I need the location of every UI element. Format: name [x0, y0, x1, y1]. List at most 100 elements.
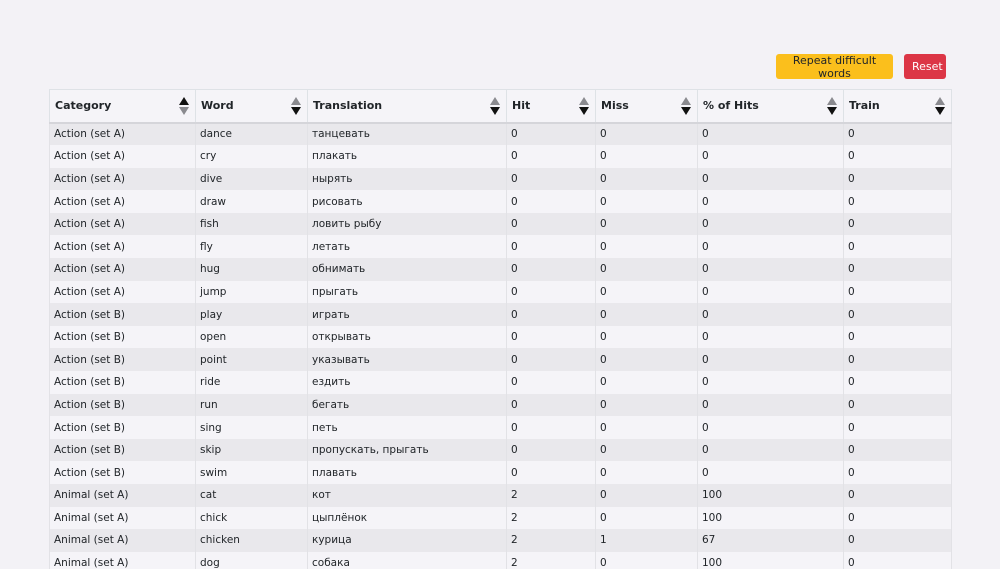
- table-row: Action (set A) fly летать 0 0 0 0: [49, 235, 952, 259]
- cell-percent-hits: 0: [697, 461, 844, 484]
- cell-category: Animal (set A): [49, 529, 196, 552]
- sort-icon[interactable]: [291, 97, 301, 115]
- cell-train: 0: [843, 122, 952, 146]
- cell-word: cat: [195, 484, 308, 507]
- table-row: Animal (set A) dog собака 2 0 100 0: [49, 551, 952, 569]
- table-row: Action (set A) fish ловить рыбу 0 0 0 0: [49, 212, 952, 236]
- cell-category: Animal (set A): [49, 506, 196, 530]
- cell-category: Action (set B): [49, 348, 196, 372]
- cell-translation: ездить: [307, 371, 507, 394]
- cell-train: 0: [843, 529, 952, 552]
- column-header-label: Category: [55, 99, 112, 113]
- header-row: Category Word Translation Hit Miss % of …: [49, 89, 952, 124]
- sort-icon[interactable]: [179, 97, 189, 115]
- sort-icon[interactable]: [490, 97, 500, 115]
- cell-hit: 2: [506, 551, 596, 569]
- cell-miss: 0: [595, 416, 698, 439]
- cell-category: Animal (set A): [49, 484, 196, 507]
- cell-percent-hits: 100: [697, 484, 844, 507]
- column-header-translation[interactable]: Translation: [307, 89, 507, 124]
- cell-word: run: [195, 393, 308, 417]
- table-row: Animal (set A) chick цыплёнок 2 0 100 0: [49, 506, 952, 530]
- table-row: Action (set B) swim плавать 0 0 0 0: [49, 461, 952, 484]
- table-row: Action (set B) run бегать 0 0 0 0: [49, 393, 952, 417]
- column-header-label: Translation: [313, 99, 383, 113]
- cell-train: 0: [843, 461, 952, 484]
- sort-icon[interactable]: [827, 97, 837, 115]
- cell-hit: 0: [506, 461, 596, 484]
- sort-icon[interactable]: [681, 97, 691, 115]
- column-header-label: Miss: [601, 99, 629, 113]
- cell-translation: бегать: [307, 393, 507, 417]
- cell-hit: 0: [506, 190, 596, 213]
- column-header-train[interactable]: Train: [843, 89, 952, 124]
- table-row: Action (set B) open открывать 0 0 0 0: [49, 325, 952, 349]
- cell-train: 0: [843, 348, 952, 372]
- cell-word: fly: [195, 235, 308, 259]
- cell-hit: 0: [506, 145, 596, 168]
- cell-category: Action (set A): [49, 122, 196, 146]
- cell-percent-hits: 0: [697, 258, 844, 281]
- cell-train: 0: [843, 280, 952, 304]
- toolbar: Repeat difficult words Reset: [776, 54, 946, 80]
- cell-hit: 0: [506, 212, 596, 236]
- cell-hit: 0: [506, 371, 596, 394]
- cell-train: 0: [843, 551, 952, 569]
- cell-miss: 0: [595, 325, 698, 349]
- cell-miss: 0: [595, 393, 698, 417]
- cell-category: Action (set B): [49, 393, 196, 417]
- column-header-label: Train: [849, 99, 880, 113]
- cell-translation: ловить рыбу: [307, 212, 507, 236]
- cell-miss: 0: [595, 145, 698, 168]
- cell-word: ride: [195, 371, 308, 394]
- cell-category: Action (set A): [49, 190, 196, 213]
- column-header-word[interactable]: Word: [195, 89, 308, 124]
- cell-word: dog: [195, 551, 308, 569]
- column-header-category[interactable]: Category: [49, 89, 196, 124]
- cell-percent-hits: 0: [697, 167, 844, 191]
- table-row: Action (set B) ride ездить 0 0 0 0: [49, 371, 952, 394]
- cell-category: Animal (set A): [49, 551, 196, 569]
- cell-word: chicken: [195, 529, 308, 552]
- cell-miss: 0: [595, 438, 698, 462]
- cell-percent-hits: 0: [697, 212, 844, 236]
- cell-miss: 0: [595, 484, 698, 507]
- cell-hit: 0: [506, 258, 596, 281]
- column-header-miss[interactable]: Miss: [595, 89, 698, 124]
- cell-hit: 0: [506, 122, 596, 146]
- cell-word: skip: [195, 438, 308, 462]
- cell-train: 0: [843, 167, 952, 191]
- cell-word: sing: [195, 416, 308, 439]
- reset-button[interactable]: Reset: [904, 54, 946, 79]
- table-row: Animal (set A) cat кот 2 0 100 0: [49, 484, 952, 507]
- table-row: Action (set A) dance танцевать 0 0 0 0: [49, 122, 952, 146]
- sort-icon[interactable]: [935, 97, 945, 115]
- cell-hit: 0: [506, 393, 596, 417]
- cell-word: point: [195, 348, 308, 372]
- cell-miss: 0: [595, 190, 698, 213]
- cell-miss: 0: [595, 551, 698, 569]
- table-row: Action (set A) cry плакать 0 0 0 0: [49, 145, 952, 168]
- cell-percent-hits: 0: [697, 438, 844, 462]
- cell-percent-hits: 0: [697, 393, 844, 417]
- cell-percent-hits: 0: [697, 122, 844, 146]
- cell-percent-hits: 0: [697, 190, 844, 213]
- table-body: Action (set A) dance танцевать 0 0 0 0 Action (…: [49, 122, 952, 569]
- cell-miss: 0: [595, 167, 698, 191]
- column-header-hit[interactable]: Hit: [506, 89, 596, 124]
- sort-icon[interactable]: [579, 97, 589, 115]
- cell-miss: 0: [595, 212, 698, 236]
- cell-train: 0: [843, 190, 952, 213]
- table-row: Action (set A) dive нырять 0 0 0 0: [49, 167, 952, 191]
- column-header-percent-hits[interactable]: % of Hits: [697, 89, 844, 124]
- cell-train: 0: [843, 393, 952, 417]
- cell-percent-hits: 0: [697, 348, 844, 372]
- cell-category: Action (set A): [49, 167, 196, 191]
- cell-translation: летать: [307, 235, 507, 259]
- column-header-label: Hit: [512, 99, 531, 113]
- statistics-table: Category Word Translation Hit Miss % of …: [49, 89, 952, 569]
- cell-category: Action (set A): [49, 280, 196, 304]
- repeat-difficult-words-button[interactable]: Repeat difficult words: [776, 54, 893, 80]
- table-row: Action (set A) jump прыгать 0 0 0 0: [49, 280, 952, 304]
- table-row: Action (set B) point указывать 0 0 0 0: [49, 348, 952, 372]
